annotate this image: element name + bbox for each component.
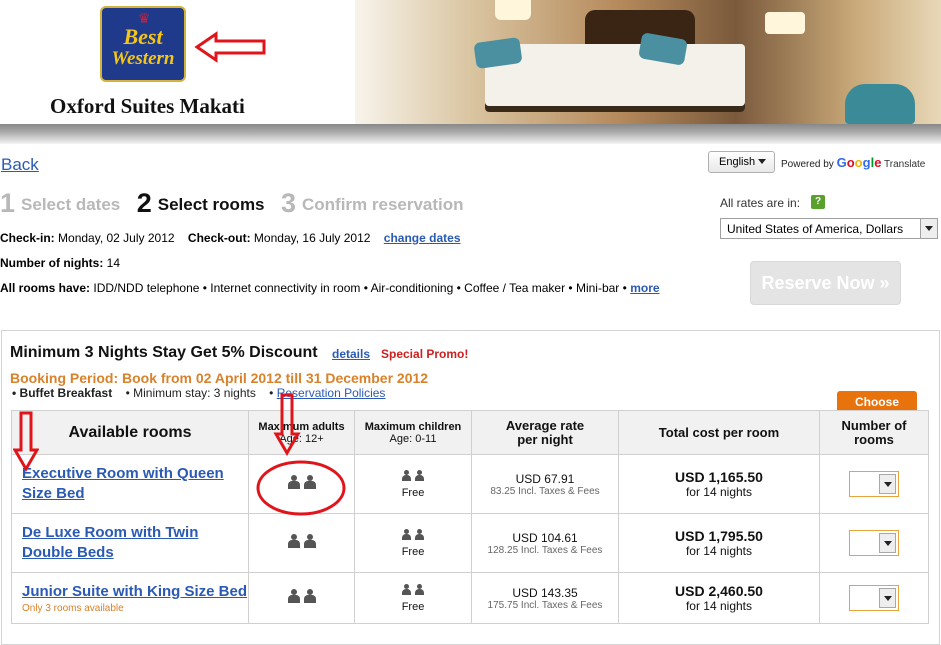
rates-label: All rates are in:: [720, 196, 801, 210]
chevron-down-icon: [879, 588, 896, 608]
feature-breakfast: • Buffet Breakfast: [12, 386, 113, 400]
room-link-junior-suite[interactable]: Junior Suite with King Size Bed: [22, 583, 247, 600]
nights-value: 14: [106, 256, 121, 270]
hotel-header: ♛ Best Western Oxford Suites Makati: [0, 0, 941, 124]
table-row: Executive Room with Queen Size Bed Free …: [11, 454, 929, 514]
amenities-list: IDD/NDD telephone • Internet connectivit…: [93, 281, 627, 295]
booking-steps: 1 Select dates 2 Select rooms 3 Confirm res…: [0, 188, 476, 219]
armchair: [845, 84, 915, 124]
google-logo: Google: [836, 155, 882, 170]
col-header-available-rooms: Available rooms: [11, 410, 249, 455]
rooms-table: Available rooms Maximum adults Age: 12+ M…: [11, 410, 929, 624]
room-quantity-select[interactable]: [849, 585, 899, 611]
help-icon[interactable]: ?: [811, 195, 825, 209]
room-quantity-cell: [819, 572, 929, 624]
child-person-icons: [400, 529, 426, 544]
hotel-name: Oxford Suites Makati: [50, 94, 245, 118]
google-translate-credit: Powered by Google Translate: [781, 155, 925, 170]
booking-period: Booking Period: Book from 02 April 2012 …: [10, 370, 429, 386]
chevron-down-icon: [879, 533, 896, 553]
chevron-down-icon: [758, 159, 766, 164]
hotel-room-photo: [355, 0, 941, 124]
total-cost-cell: USD 1,795.50 for 14 nights: [618, 513, 820, 573]
feature-min-stay: • Minimum stay: 3 nights: [125, 386, 256, 400]
col-header-total-cost: Total cost per room: [618, 410, 820, 455]
table-row: Junior Suite with King Size Bed Only 3 ro…: [11, 572, 929, 624]
col-header-average-rate: Average rate per night: [471, 410, 619, 455]
annotation-arrow-down-icon: [273, 393, 301, 456]
max-adults-cell: [248, 572, 355, 624]
room-quantity-cell: [819, 454, 929, 514]
average-rate-cell: USD 67.91 83.25 Incl. Taxes & Fees: [471, 454, 619, 514]
promo-features: • Buffet Breakfast • Minimum stay: 3 nig…: [12, 386, 386, 400]
room-quantity-cell: [819, 513, 929, 573]
annotation-arrow-left-icon: [194, 31, 266, 63]
translate-label: Translate: [884, 159, 926, 170]
total-cost-cell: USD 2,460.50 for 14 nights: [618, 572, 820, 624]
promo-details-link[interactable]: details: [332, 347, 370, 361]
step-confirm-reservation: 3 Confirm reservation: [280, 188, 464, 218]
availability-note: Only 3 rooms available: [22, 603, 124, 614]
room-name-cell: Executive Room with Queen Size Bed: [11, 454, 249, 514]
table-lamp: [765, 12, 805, 34]
max-children-cell: Free: [354, 513, 472, 573]
max-children-cell: Free: [354, 572, 472, 624]
checkin-date: Monday, 02 July 2012: [58, 231, 175, 245]
child-person-icons: [400, 584, 426, 599]
room-link-executive[interactable]: Executive Room with Queen Size Bed: [22, 465, 224, 502]
best-western-logo: ♛ Best Western: [100, 6, 186, 82]
bed: [485, 44, 745, 112]
booking-page: ♛ Best Western Oxford Suites Makati Back…: [0, 0, 941, 645]
adult-person-icons: [286, 588, 318, 606]
promo-title: Minimum 3 Nights Stay Get 5% Discount: [10, 344, 318, 361]
back-link[interactable]: Back: [1, 155, 39, 175]
annotation-circle-icon: [256, 460, 346, 516]
col-header-max-children: Maximum children Age: 0-11: [354, 410, 472, 455]
room-quantity-select[interactable]: [849, 530, 899, 556]
currency-select[interactable]: United States of America, Dollars: [720, 218, 938, 239]
room-name-cell: De Luxe Room with Twin Double Beds: [11, 513, 249, 573]
step-select-rooms: 2 Select rooms: [136, 188, 265, 218]
chevron-down-icon: [879, 474, 896, 494]
total-cost-cell: USD 1,165.50 for 14 nights: [618, 454, 820, 514]
header-divider: [0, 124, 941, 144]
currency-value: United States of America, Dollars: [727, 222, 904, 236]
table-row: De Luxe Room with Twin Double Beds Free …: [11, 513, 929, 573]
max-adults-cell: [248, 513, 355, 573]
room-link-deluxe[interactable]: De Luxe Room with Twin Double Beds: [22, 524, 198, 561]
special-promo-badge: Special Promo!: [381, 347, 469, 361]
average-rate-cell: USD 143.35 175.75 Incl. Taxes & Fees: [471, 572, 619, 624]
change-dates-link[interactable]: change dates: [384, 231, 461, 245]
nights-count: Number of nights: 14: [0, 256, 121, 270]
col-header-number-of-rooms: Number of rooms: [819, 410, 929, 455]
adult-person-icons: [286, 533, 318, 551]
stay-dates: Check-in: Monday, 02 July 2012 Check-out…: [0, 231, 461, 245]
max-children-cell: Free: [354, 454, 472, 514]
language-value: English: [719, 156, 756, 168]
chevron-down-icon: [920, 219, 937, 238]
col-header-max-adults: Maximum adults Age: 12+: [248, 410, 355, 455]
annotation-arrow-down-icon: [13, 411, 39, 472]
room-name-cell: Junior Suite with King Size Bed Only 3 ro…: [11, 572, 249, 624]
child-person-icons: [400, 470, 426, 485]
more-amenities-link[interactable]: more: [630, 281, 659, 295]
ceiling-lamp: [495, 0, 531, 20]
room-quantity-select[interactable]: [849, 471, 899, 497]
logo-text-best: Best: [123, 24, 163, 49]
table-header-row: Available rooms Maximum adults Age: 12+ M…: [11, 410, 929, 455]
step-select-dates: 1 Select dates: [0, 188, 121, 218]
reserve-now-button[interactable]: Reserve Now »: [750, 261, 901, 305]
logo-text-western: Western: [111, 48, 175, 69]
room-amenities: All rooms have: IDD/NDD telephone • Inte…: [0, 281, 660, 295]
powered-by-label: Powered by: [781, 159, 834, 170]
checkout-date: Monday, 16 July 2012: [253, 231, 371, 245]
language-select[interactable]: English: [708, 151, 775, 173]
average-rate-cell: USD 104.61 128.25 Incl. Taxes & Fees: [471, 513, 619, 573]
